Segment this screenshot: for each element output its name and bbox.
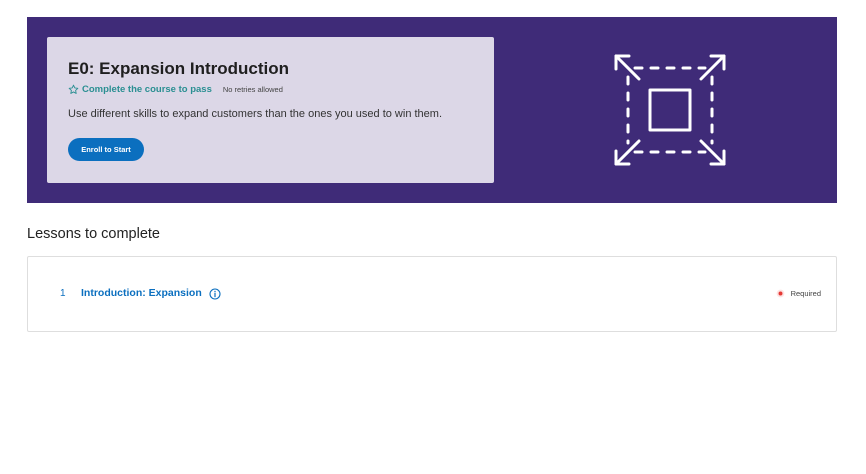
lesson-number: 1 — [60, 288, 66, 299]
course-hero-banner: E0: Expansion Introduction Complete the … — [27, 17, 837, 203]
course-meta: Complete the course to pass No retries a… — [68, 84, 283, 95]
lessons-heading: Lessons to complete — [27, 226, 160, 242]
required-label: Required — [790, 289, 821, 298]
lesson-row: 1 Introduction: Expansion Required — [28, 257, 836, 331]
course-title: E0: Expansion Introduction — [68, 59, 290, 78]
lesson-list: 1 Introduction: Expansion Required — [27, 256, 837, 332]
expand-arrows-icon — [614, 54, 726, 166]
retries-note: No retries allowed — [222, 85, 283, 94]
enroll-button[interactable]: Enroll to Start — [68, 138, 144, 161]
info-icon[interactable] — [209, 288, 221, 300]
course-description: Use different skills to expand customers… — [68, 108, 442, 120]
star-outline-icon — [68, 84, 79, 94]
lesson-title-link[interactable]: Introduction: Expansion — [81, 287, 202, 299]
course-page: E0: Expansion Introduction Complete the … — [0, 0, 866, 474]
course-info-card: E0: Expansion Introduction Complete the … — [47, 37, 494, 183]
required-dot-icon — [776, 289, 784, 298]
pass-requirement: Complete the course to pass — [82, 84, 212, 95]
required-badge: Required — [776, 289, 821, 298]
